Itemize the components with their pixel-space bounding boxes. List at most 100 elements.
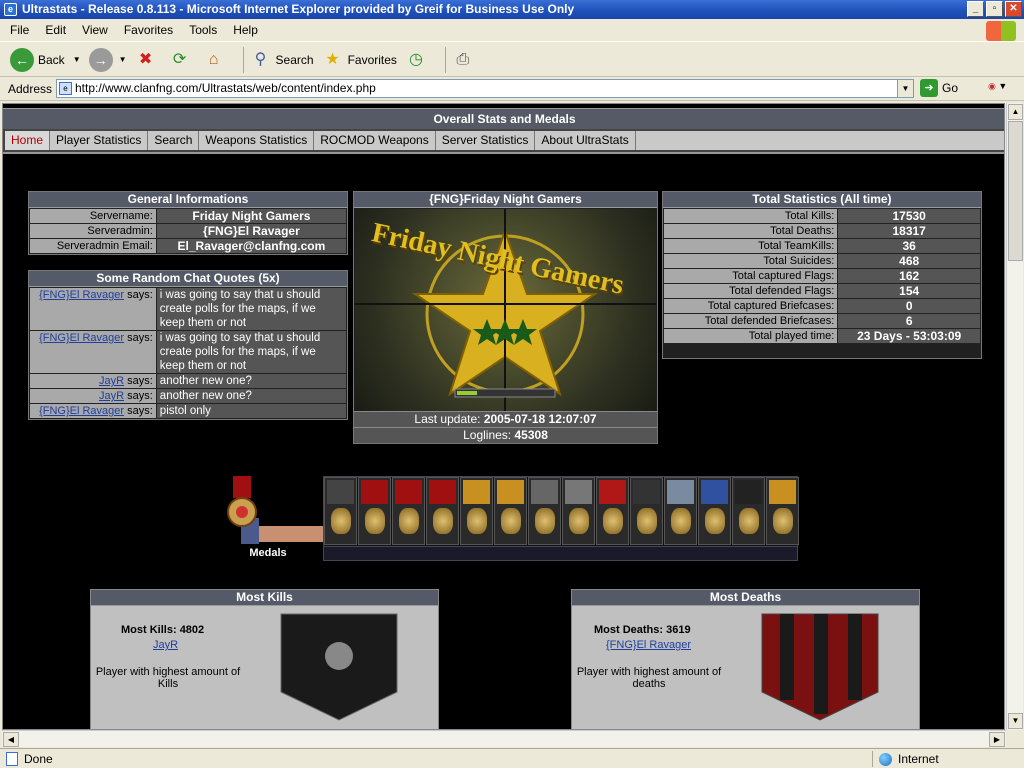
address-input[interactable]: e http://www.clanfng.com/Ultrastats/web/… [56,79,914,98]
history-button[interactable]: ◷ [405,49,431,71]
medal-icon[interactable] [528,477,561,545]
page-title: Overall Stats and Medals [3,108,1004,129]
medal-icon[interactable] [358,477,391,545]
quote-text: i was going to say that u should create … [155,330,348,374]
main-nav: Home Player Statistics Search Weapons St… [3,129,1004,154]
table-row: Total captured Flags: 162 [662,268,981,284]
most-deaths-player-link[interactable]: {FNG}El Ravager [606,639,691,651]
most-kills-stat-label: Most Kills: [121,624,177,636]
player-link[interactable]: JayR [99,375,124,387]
most-deaths-desc: Player with highest amount of deaths [576,666,722,690]
close-button[interactable]: ✕ [1005,1,1022,17]
player-link[interactable]: {FNG}El Ravager [606,639,691,651]
medal-icon[interactable] [494,477,527,545]
home-button[interactable]: ⌂ [203,49,229,71]
nav-home[interactable]: Home [5,131,51,150]
medal-icon[interactable] [630,477,663,545]
back-arrow-icon: ← [10,47,34,72]
loglines-value: 45308 [514,428,548,442]
medal-icon[interactable] [698,477,731,545]
player-link[interactable]: JayR [153,639,178,651]
scroll-left-icon[interactable]: ◀ [3,732,19,747]
status-left: Done [6,752,53,766]
general-info-table: Servername: Friday Night Gamers Serveradm… [29,208,348,254]
medal-ribbon [429,480,456,504]
table-row: Total Suicides: 468 [662,253,981,269]
scroll-down-icon[interactable]: ▼ [1008,713,1023,729]
player-link[interactable]: JayR [99,390,124,402]
globe-icon [879,752,892,766]
most-kills-player-link[interactable]: JayR [153,639,178,651]
table-row: Serveradmin: {FNG}El Ravager [29,223,348,239]
row-label: Total Suicides: [662,253,839,269]
stop-button[interactable]: ✖ [135,49,161,71]
player-link[interactable]: {FNG}El Ravager [39,332,124,344]
ie-icon: e [4,3,17,16]
nav-server-statistics[interactable]: Server Statistics [435,131,536,150]
player-link[interactable]: {FNG}El Ravager [39,289,124,301]
refresh-icon: ⟳ [172,50,187,68]
row-label: Total Deaths: [662,223,839,239]
medal-disc [365,508,385,534]
medal-disc [773,508,793,534]
medal-icon[interactable] [766,477,799,545]
print-button[interactable]: ⎙ [452,49,478,71]
most-deaths-medal-icon [761,613,879,721]
nav-rocmod-weapons[interactable]: ROCMOD Weapons [314,131,436,150]
nav-search[interactable]: Search [148,131,200,150]
row-value: 36 [837,238,981,254]
row-label: Total captured Flags: [662,268,839,284]
medal-disc [535,508,555,534]
menu-view[interactable]: View [82,23,108,37]
chevron-down-icon[interactable]: ▼ [897,80,913,97]
menu-tools[interactable]: Tools [189,23,217,37]
medal-ribbon [769,480,796,504]
toolbar-separator [242,46,244,73]
favorites-button[interactable]: ★ Favorites [322,49,397,71]
search-button[interactable]: ⚲ Search [250,49,314,71]
medal-disc [467,508,487,534]
medal-icon[interactable] [732,477,765,545]
medal-icon[interactable] [460,477,493,545]
back-button[interactable]: ← Back ▼ [10,47,81,72]
quote-text: another new one? [155,388,348,404]
player-link[interactable]: {FNG}El Ravager [39,405,124,417]
menu-bar: File Edit View Favorites Tools Help [0,19,1024,42]
medal-ribbon [701,480,728,504]
forward-arrow-icon: → [88,47,113,72]
nav-about[interactable]: About UltraStats [535,131,636,150]
go-button[interactable]: ➜ Go [920,79,958,97]
row-value: 468 [837,253,981,269]
chevron-down-icon[interactable]: ▼ [119,55,127,64]
medal-icon[interactable] [392,477,425,545]
menu-help[interactable]: Help [233,23,258,37]
medal-icon[interactable] [596,477,629,545]
medal-icon[interactable] [324,477,357,545]
menu-file[interactable]: File [10,23,29,37]
most-kills-desc: Player with highest amount of Kills [95,666,241,690]
medal-icon[interactable] [664,477,697,545]
minimize-button[interactable]: _ [967,1,984,17]
scroll-right-icon[interactable]: ▶ [989,732,1005,747]
quote-text: i was going to say that u should create … [155,287,348,331]
medal-icon[interactable] [562,477,595,545]
horizontal-scrollbar[interactable]: ◀ ▶ [2,730,1006,747]
forward-button[interactable]: → ▼ [88,47,127,72]
chevron-down-icon[interactable]: ▼ [73,55,81,64]
menu-favorites[interactable]: Favorites [124,23,173,37]
quote-text: another new one? [155,373,348,389]
maximize-button[interactable]: ▫ [986,1,1003,17]
links-dropdown[interactable]: ◉ ▼ [988,81,1014,97]
scroll-up-icon[interactable]: ▲ [1008,104,1023,120]
row-value: 23 Days - 53:03:09 [837,328,981,344]
row-value: 17530 [837,208,981,224]
nav-player-statistics[interactable]: Player Statistics [50,131,149,150]
row-value: 154 [837,283,981,299]
vertical-scrollbar[interactable]: ▲ ▼ [1006,103,1023,730]
plugin-icon: ◉ [988,81,996,91]
medal-icon[interactable] [426,477,459,545]
nav-weapons-statistics[interactable]: Weapons Statistics [199,131,315,150]
scroll-thumb[interactable] [1008,121,1023,261]
refresh-button[interactable]: ⟳ [169,49,195,71]
menu-edit[interactable]: Edit [45,23,66,37]
